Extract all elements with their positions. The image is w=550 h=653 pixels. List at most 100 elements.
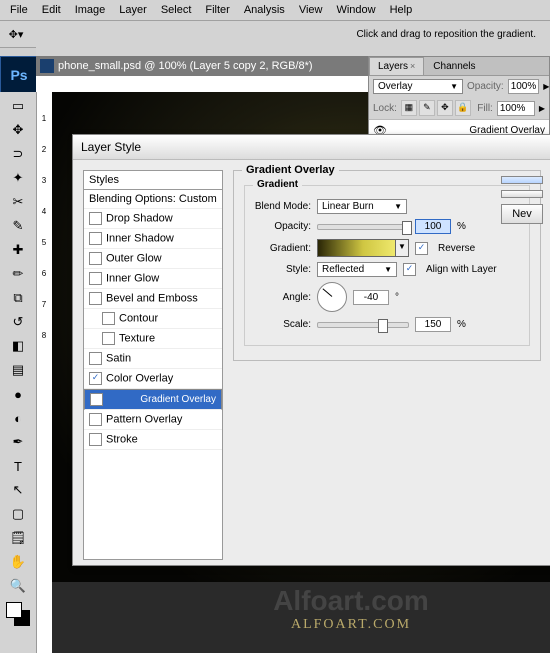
gradient-preview[interactable]: ▼ (317, 239, 409, 257)
pct-label: % (457, 319, 466, 330)
ruler-tick: 4 (36, 207, 52, 216)
reverse-checkbox[interactable] (415, 242, 428, 255)
lock-buttons[interactable]: ▦✎✥🔒 (401, 100, 471, 116)
style-contour[interactable]: Contour (84, 309, 222, 329)
doc-icon (40, 59, 54, 73)
tab-layers[interactable]: Layers× (369, 57, 424, 75)
path-tool[interactable]: ↖ (6, 479, 30, 501)
gradient-label: Gradient: (253, 243, 311, 254)
style-color-overlay[interactable]: Color Overlay (84, 369, 222, 389)
style-drop-shadow[interactable]: Drop Shadow (84, 209, 222, 229)
align-checkbox[interactable] (403, 263, 416, 276)
style-pattern-overlay[interactable]: Pattern Overlay (84, 410, 222, 430)
zoom-tool[interactable]: 🔍 (6, 575, 30, 597)
ruler-tick: 3 (36, 176, 52, 185)
style-select[interactable]: Reflected▼ (317, 262, 397, 277)
align-label: Align with Layer (426, 264, 497, 275)
color-swatch[interactable] (6, 602, 30, 626)
fill-label: Fill: (477, 103, 493, 114)
blend-mode-label: Blend Mode: (253, 201, 311, 212)
wand-tool[interactable]: ✦ (6, 167, 30, 189)
blending-options-item[interactable]: Blending Options: Custom (84, 190, 222, 209)
pct-label: % (457, 221, 466, 232)
healing-tool[interactable]: ✚ (6, 239, 30, 261)
opacity-label: Opacity: (253, 221, 311, 232)
ruler-tick: 8 (36, 331, 52, 340)
opacity-slider[interactable] (317, 224, 409, 230)
menu-window[interactable]: Window (330, 2, 381, 18)
menu-filter[interactable]: Filter (199, 2, 235, 18)
menu-image[interactable]: Image (69, 2, 112, 18)
sub-legend: Gradient (253, 179, 302, 190)
style-bevel-emboss[interactable]: Bevel and Emboss (84, 289, 222, 309)
angle-dial[interactable] (317, 282, 347, 312)
styles-header[interactable]: Styles (84, 171, 222, 190)
watermark-subtext: ALFOART.COM (152, 617, 550, 633)
watermark-text: Alfoart.com (152, 585, 550, 617)
style-outer-glow[interactable]: Outer Glow (84, 249, 222, 269)
opacity-field[interactable]: 100 (415, 219, 451, 234)
gradient-dropdown-icon[interactable]: ▼ (395, 240, 408, 256)
menu-file[interactable]: File (4, 2, 34, 18)
group-legend: Gradient Overlay (242, 164, 339, 176)
ruler-tick: 1 (36, 114, 52, 123)
type-tool[interactable]: T (6, 455, 30, 477)
move-tool[interactable]: ✥ (6, 119, 30, 141)
menu-bar: File Edit Image Layer Select Filter Anal… (0, 0, 550, 21)
tab-channels[interactable]: Channels (424, 57, 484, 75)
new-style-button[interactable]: Nev (501, 204, 543, 224)
style-label: Style: (253, 264, 311, 275)
ok-button[interactable] (501, 176, 543, 184)
style-texture[interactable]: Texture (84, 329, 222, 349)
hand-tool[interactable]: ✋ (6, 551, 30, 573)
style-inner-glow[interactable]: Inner Glow (84, 269, 222, 289)
dialog-title: Layer Style (73, 135, 550, 160)
marquee-tool[interactable]: ▭ (6, 95, 30, 117)
dodge-tool[interactable]: ◐ (6, 407, 30, 429)
menu-analysis[interactable]: Analysis (238, 2, 291, 18)
menu-help[interactable]: Help (384, 2, 419, 18)
pen-tool[interactable]: ✒ (6, 431, 30, 453)
shape-tool[interactable]: ▢ (6, 503, 30, 525)
app-badge: Ps (0, 56, 38, 94)
menu-edit[interactable]: Edit (36, 2, 67, 18)
options-bar: ✥▾ Click and drag to reposition the grad… (0, 21, 550, 48)
styles-list: Styles Blending Options: Custom Drop Sha… (83, 170, 223, 560)
brush-tool[interactable]: ✏ (6, 263, 30, 285)
scale-field[interactable]: 150 (415, 317, 451, 332)
degree-label: ° (395, 292, 399, 303)
style-satin[interactable]: Satin (84, 349, 222, 369)
move-tool-icon[interactable]: ✥▾ (6, 24, 26, 44)
blend-mode-select[interactable]: Linear Burn▼ (317, 199, 407, 214)
style-stroke[interactable]: Stroke (84, 430, 222, 450)
eyedropper-tool[interactable]: ✎ (6, 215, 30, 237)
opacity-value[interactable]: 100% (508, 79, 540, 94)
ruler-tick: 2 (36, 145, 52, 154)
blur-tool[interactable]: ● (6, 383, 30, 405)
scale-slider[interactable] (317, 322, 409, 328)
gradient-overlay-group: Gradient Overlay Gradient Blend Mode: Li… (233, 170, 541, 361)
toolbox: ▭ ✥ ⊃ ✦ ✂ ✎ ✚ ✏ ⧉ ↺ ◧ ▤ ● ◐ ✒ T ↖ ▢ 🗒 ✋ … (0, 92, 37, 653)
notes-tool[interactable]: 🗒 (6, 527, 30, 549)
tool-hint: Click and drag to reposition the gradien… (356, 29, 536, 40)
history-brush-tool[interactable]: ↺ (6, 311, 30, 333)
reverse-label: Reverse (438, 243, 475, 254)
menu-layer[interactable]: Layer (113, 2, 153, 18)
gradient-tool[interactable]: ▤ (6, 359, 30, 381)
blend-mode-select[interactable]: Overlay▼ (373, 79, 463, 94)
ruler-tick: 5 (36, 238, 52, 247)
crop-tool[interactable]: ✂ (6, 191, 30, 213)
eraser-tool[interactable]: ◧ (6, 335, 30, 357)
style-gradient-overlay[interactable]: Gradient Overlay (84, 389, 222, 410)
angle-label: Angle: (253, 292, 311, 303)
menu-select[interactable]: Select (155, 2, 198, 18)
style-inner-shadow[interactable]: Inner Shadow (84, 229, 222, 249)
fill-value[interactable]: 100% (497, 101, 535, 116)
opacity-label: Opacity: (467, 81, 504, 92)
lasso-tool[interactable]: ⊃ (6, 143, 30, 165)
stamp-tool[interactable]: ⧉ (6, 287, 30, 309)
angle-field[interactable]: -40 (353, 290, 389, 305)
ruler-tick: 7 (36, 300, 52, 309)
menu-view[interactable]: View (293, 2, 329, 18)
cancel-button[interactable] (501, 190, 543, 198)
